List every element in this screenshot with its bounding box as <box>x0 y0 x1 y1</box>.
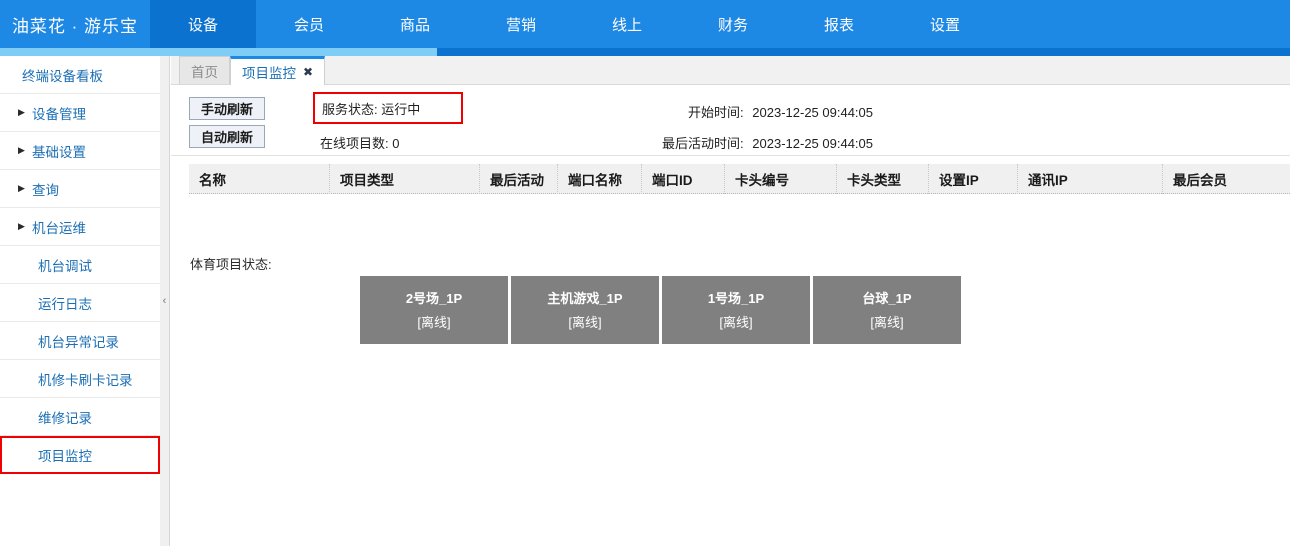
nav-item-7[interactable]: 设置 <box>892 0 998 48</box>
sidebar-item-label: 查询 <box>32 182 59 198</box>
sidebar: 终端设备看板 ▶ 设备管理 ▶ 基础设置 ▶ 查询 ▶ 机台运维机台调试运行日志机台异常记录 机修… <box>0 56 161 546</box>
project-tile-state: [离线] <box>417 315 451 330</box>
sidebar-item-10[interactable]: 项目监控 <box>0 436 160 474</box>
content-area: 首页 项目监控 ✖ 手动刷新 自动刷新 服务状态: 运行中 在线项目数: 0 开始时… <box>171 56 1290 546</box>
column-header-8[interactable]: 通讯IP <box>1017 163 1162 194</box>
header-strip-left <box>0 48 437 56</box>
sidebar-item-label: 维修记录 <box>38 410 92 426</box>
auto-refresh-button[interactable]: 自动刷新 <box>189 125 265 148</box>
sidebar-item-label: 终端设备看板 <box>22 68 103 84</box>
column-header-0[interactable]: 名称 <box>189 164 329 194</box>
project-tile[interactable]: 2号场_1P [离线] <box>360 276 508 344</box>
sidebar-item-label: 设备管理 <box>32 106 86 122</box>
sidebar-item-3[interactable]: ▶ 查询 <box>0 170 160 208</box>
caret-right-icon: ▶ <box>18 145 25 155</box>
column-header-1[interactable]: 项目类型 <box>329 163 479 194</box>
tab-strip: 首页 项目监控 ✖ <box>171 56 1290 85</box>
caret-right-icon: ▶ <box>18 183 25 193</box>
refresh-button-group: 手动刷新 自动刷新 <box>189 97 265 148</box>
sidebar-item-label: 机台运维 <box>32 220 86 236</box>
sidebar-item-label: 项目监控 <box>38 448 92 464</box>
sidebar-collapse-button[interactable]: ‹ <box>160 56 170 546</box>
sports-status-label: 体育项目状态: <box>190 257 272 272</box>
project-tile-grid: 2号场_1P [离线] 主机游戏_1P [离线] 1号场_1P [离线] 台球_1P [离线] <box>360 276 964 344</box>
sidebar-item-8[interactable]: 机修卡刷卡记录 <box>0 360 160 398</box>
nav-item-6[interactable]: 报表 <box>786 0 892 48</box>
sidebar-item-9[interactable]: 维修记录 <box>0 398 160 436</box>
column-header-9[interactable]: 最后会员 <box>1162 163 1282 194</box>
chevron-left-icon: ‹ <box>162 295 167 307</box>
project-tile-name: 台球_1P <box>862 291 912 306</box>
manual-refresh-button[interactable]: 手动刷新 <box>189 97 265 120</box>
sidebar-item-0[interactable]: 终端设备看板 <box>0 56 160 94</box>
online-project-count: 在线项目数: 0 <box>320 136 400 151</box>
main-nav: 设备 会员 商品 营销 线上 财务 报表 设置 <box>150 0 998 48</box>
top-header: 油菜花 · 游乐宝 设备 会员 商品 营销 线上 财务 报表 设置 <box>0 0 1290 48</box>
sidebar-item-5[interactable]: 机台调试 <box>0 246 160 284</box>
tab-label: 项目监控 <box>242 66 296 81</box>
project-tile-state: [离线] <box>568 315 602 330</box>
sidebar-item-1[interactable]: ▶ 设备管理 <box>0 94 160 132</box>
project-tile[interactable]: 台球_1P [离线] <box>813 276 961 344</box>
project-tile-state: [离线] <box>870 315 904 330</box>
start-time-label: 开始时间: <box>688 105 744 120</box>
nav-item-4[interactable]: 线上 <box>574 0 680 48</box>
column-header-4[interactable]: 端口ID <box>641 163 724 194</box>
nav-item-2[interactable]: 商品 <box>362 0 468 48</box>
nav-item-1[interactable]: 会员 <box>256 0 362 48</box>
service-status-text: 服务状态: 运行中 <box>322 101 421 117</box>
sidebar-item-4[interactable]: ▶ 机台运维 <box>0 208 160 246</box>
header-strip-right <box>437 48 1290 56</box>
project-tile-state: [离线] <box>719 315 753 330</box>
sidebar-item-label: 机修卡刷卡记录 <box>38 372 133 388</box>
project-tile-name: 主机游戏_1P <box>547 291 623 306</box>
monitor-toolbar: 手动刷新 自动刷新 服务状态: 运行中 在线项目数: 0 开始时间: 2023-… <box>171 85 1290 156</box>
app-window: 油菜花 · 游乐宝 设备 会员 商品 营销 线上 财务 报表 设置 终端设备看板 ▶ 设备管理 ▶ 基… <box>0 0 1290 546</box>
nav-item-5[interactable]: 财务 <box>680 0 786 48</box>
column-header-7[interactable]: 设置IP <box>928 163 1017 194</box>
project-tile-name: 1号场_1P <box>707 291 765 306</box>
last-active-time-value: 2023-12-25 09:44:05 <box>752 136 873 151</box>
start-time-value: 2023-12-25 09:44:05 <box>752 105 873 120</box>
caret-right-icon: ▶ <box>18 107 25 117</box>
column-header-6[interactable]: 卡头类型 <box>836 163 928 194</box>
sidebar-item-2[interactable]: ▶ 基础设置 <box>0 132 160 170</box>
start-time-row: 开始时间: 2023-12-25 09:44:05 <box>688 102 873 121</box>
last-active-time-label: 最后活动时间: <box>662 136 744 151</box>
sidebar-item-6[interactable]: 运行日志 <box>0 284 160 322</box>
sidebar-item-label: 机台调试 <box>38 258 92 274</box>
sidebar-item-label: 运行日志 <box>38 296 92 312</box>
project-table-header: 名称 项目类型 最后活动 端口名称 端口ID 卡头编号 卡头类型 设置IP 通讯IP 最后会员 <box>189 163 1290 194</box>
tab-1[interactable]: 项目监控 ✖ <box>230 56 326 85</box>
caret-right-icon: ▶ <box>18 221 25 231</box>
column-header-3[interactable]: 端口名称 <box>557 163 641 194</box>
tab-0[interactable]: 首页 <box>179 56 230 84</box>
column-header-2[interactable]: 最后活动 <box>479 163 557 194</box>
nav-item-0[interactable]: 设备 <box>150 0 256 48</box>
service-status-box: 服务状态: 运行中 <box>313 92 463 124</box>
nav-item-3[interactable]: 营销 <box>468 0 574 48</box>
sidebar-item-label: 机台异常记录 <box>38 334 119 350</box>
brand-logo: 油菜花 · 游乐宝 <box>11 16 139 36</box>
sidebar-item-7[interactable]: 机台异常记录 <box>0 322 160 360</box>
tab-label: 首页 <box>191 64 218 80</box>
project-tile[interactable]: 1号场_1P [离线] <box>662 276 810 344</box>
project-tile[interactable]: 主机游戏_1P [离线] <box>511 276 659 344</box>
close-icon[interactable]: ✖ <box>303 65 313 79</box>
project-tile-name: 2号场_1P <box>405 291 463 306</box>
sidebar-item-label: 基础设置 <box>32 144 86 160</box>
column-header-5[interactable]: 卡头编号 <box>724 163 836 194</box>
last-active-time-row: 最后活动时间: 2023-12-25 09:44:05 <box>662 133 873 152</box>
